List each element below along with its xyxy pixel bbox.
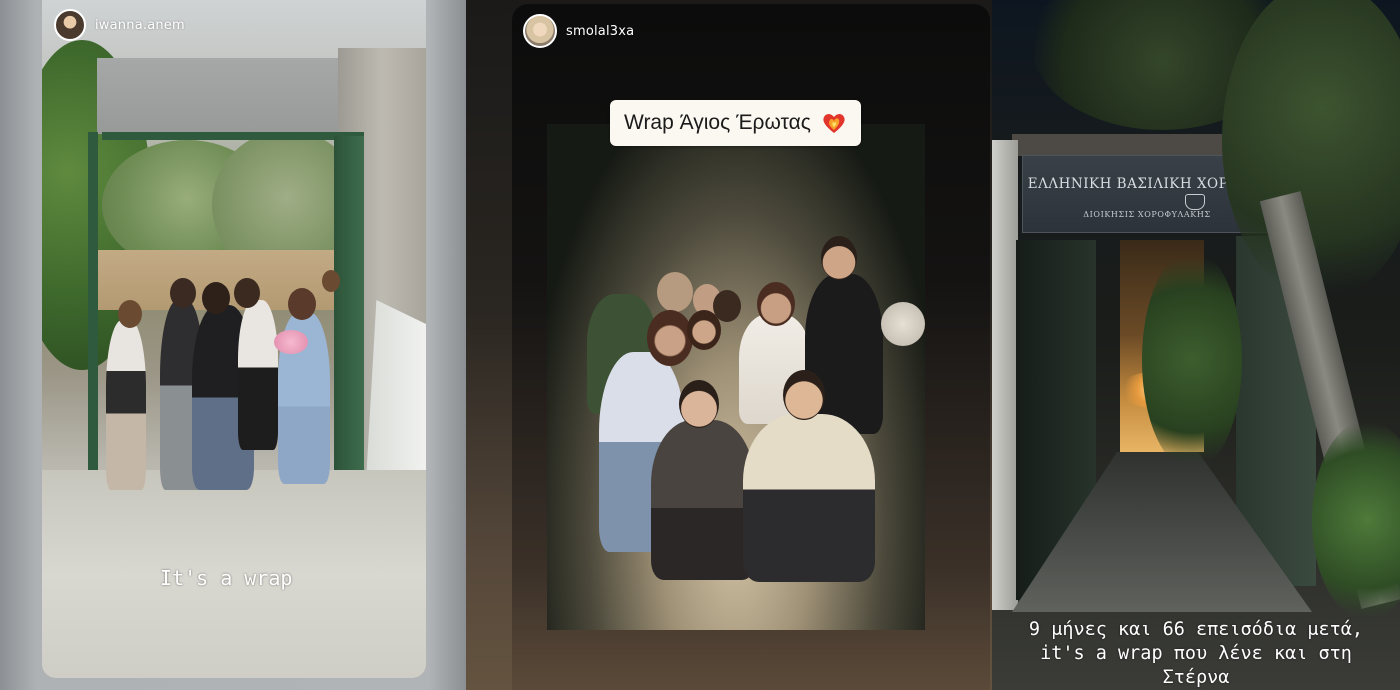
person xyxy=(106,320,146,490)
sticker-text: Wrap Άγιος Έρωτας xyxy=(624,111,811,134)
person xyxy=(651,420,755,580)
caption-line: it's a wrap που λένε και στη xyxy=(1040,643,1352,664)
gate-bar xyxy=(102,132,364,140)
story-panel-1[interactable]: It's a wrap iwanna.anem xyxy=(0,0,466,690)
white-column xyxy=(992,140,1018,610)
person-head xyxy=(657,272,693,312)
person-head xyxy=(202,282,230,314)
person-head xyxy=(322,270,340,292)
person xyxy=(743,414,875,582)
story-caption: 9 μήνες και 66 επεισόδια μετά, it's a wr… xyxy=(992,618,1400,690)
story-media-outdoor-gate[interactable]: It's a wrap xyxy=(42,0,426,678)
story-author[interactable]: iwanna.anem xyxy=(54,9,185,41)
gate-post-left xyxy=(88,132,98,522)
person-head xyxy=(288,288,316,320)
person-head xyxy=(679,380,719,428)
heart-on-fire-icon xyxy=(821,111,847,135)
person-head xyxy=(687,310,721,350)
avatar[interactable] xyxy=(523,14,557,48)
person-head xyxy=(234,278,260,308)
person-head xyxy=(118,300,142,328)
story-panel-3[interactable]: ΕΛΛΗΝΙΚΗ ΒΑΣΙΛΙΚΗ ΧΟΡΩΔΙΑ ΔΙΟΙΚΗΣΙΣ ΧΟΡΟ… xyxy=(992,0,1400,690)
avatar[interactable] xyxy=(54,9,86,41)
story-author[interactable]: smolal3xa xyxy=(523,14,634,48)
caption-line: Στέρνα xyxy=(1162,667,1230,688)
person-head xyxy=(783,370,825,420)
username[interactable]: smolal3xa xyxy=(566,24,634,39)
person-head xyxy=(170,278,196,308)
story-caption: It's a wrap xyxy=(160,566,293,590)
person-head xyxy=(821,236,857,280)
story-text-sticker[interactable]: Wrap Άγιος Έρωτας xyxy=(610,100,861,146)
story-media-night-entrance[interactable]: ΕΛΛΗΝΙΚΗ ΒΑΣΙΛΙΚΗ ΧΟΡΩΔΙΑ ΔΙΟΙΚΗΣΙΣ ΧΟΡΟ… xyxy=(992,0,1400,620)
flower-bouquet xyxy=(274,330,308,354)
username[interactable]: iwanna.anem xyxy=(95,18,185,33)
round-object xyxy=(881,302,925,346)
caption-line: 9 μήνες και 66 επεισόδια μετά, xyxy=(1028,619,1364,640)
person-head xyxy=(647,310,693,366)
shrub xyxy=(1142,250,1242,470)
story-media-group-photo[interactable] xyxy=(547,124,925,630)
gate-door-right xyxy=(334,136,364,506)
person xyxy=(238,300,278,450)
crown-emblem-icon xyxy=(1185,194,1205,210)
person-head xyxy=(757,282,795,326)
